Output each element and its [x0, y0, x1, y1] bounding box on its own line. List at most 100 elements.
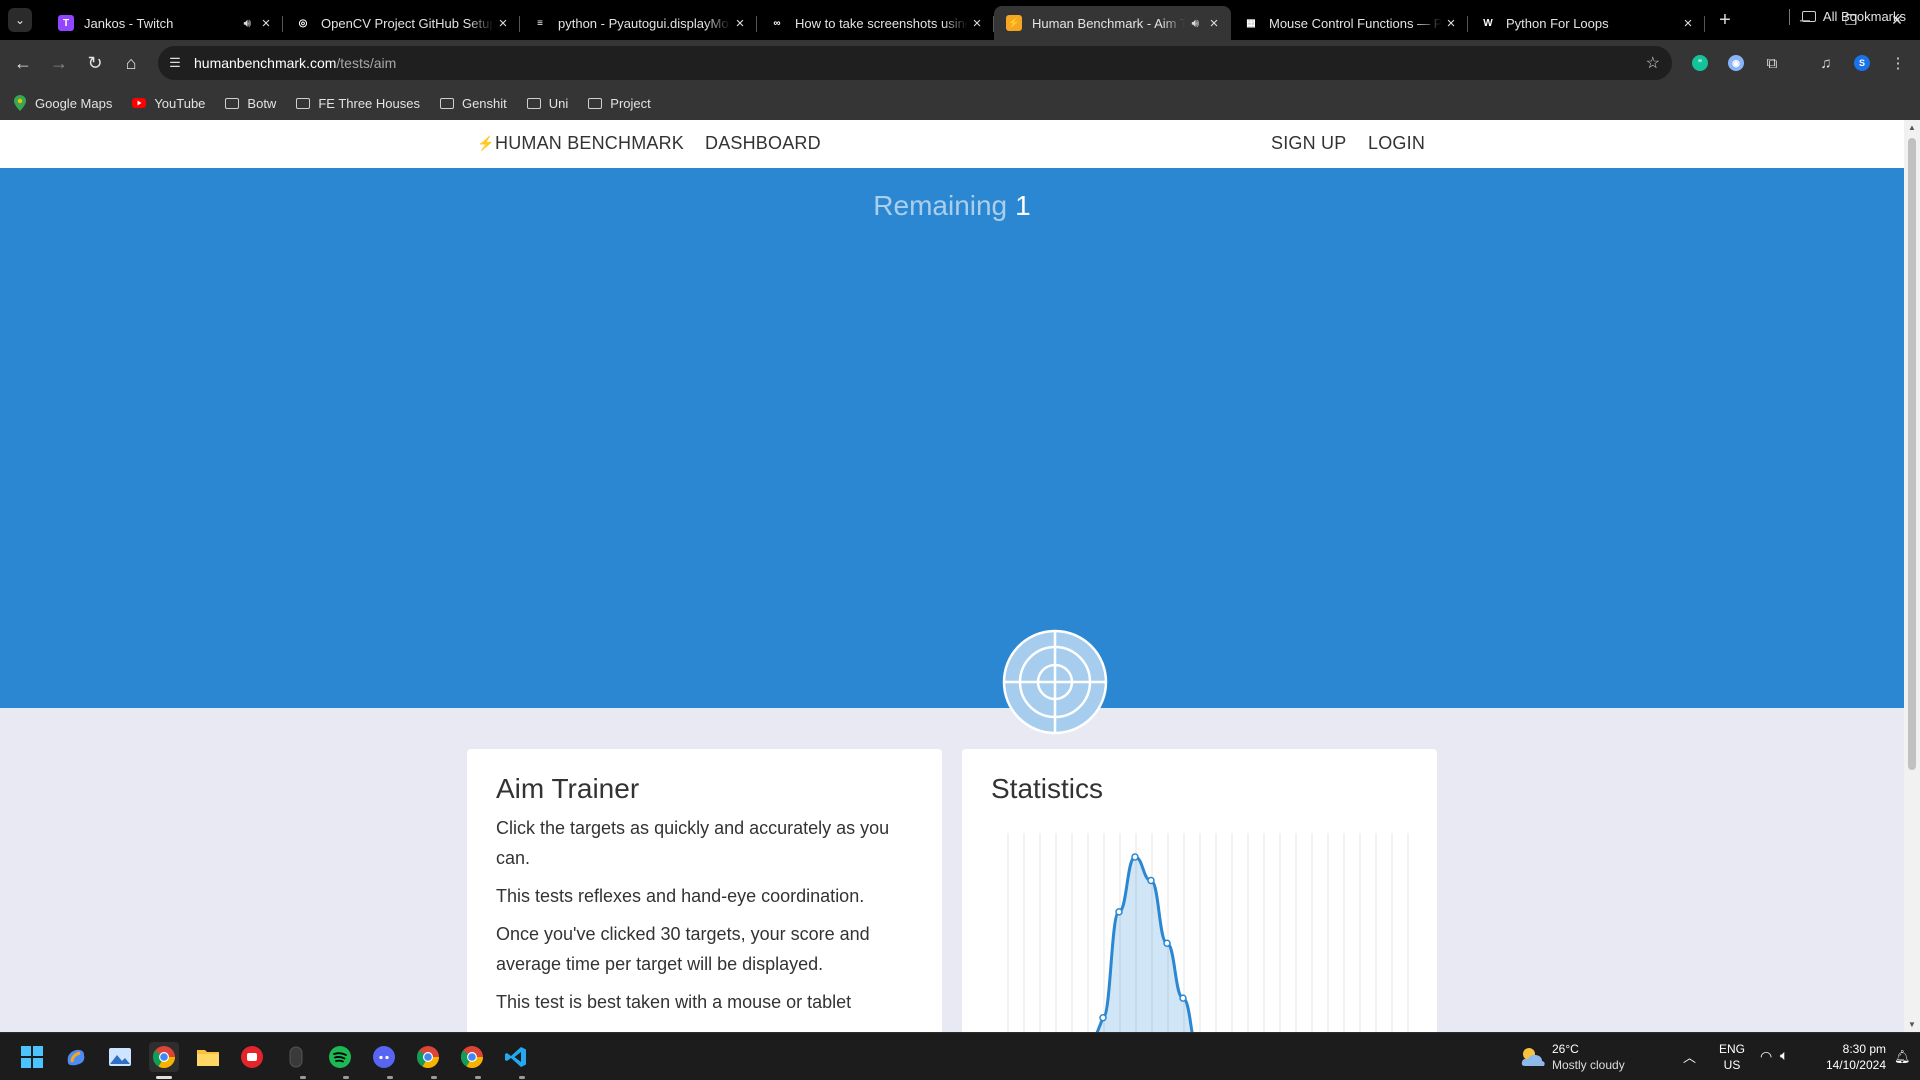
browser-tab-strip: ⌄ T Jankos - Twitch 🔊︎ × ◎ OpenCV Project Git… — [0, 0, 1920, 40]
bookmark-item[interactable]: Google Maps — [12, 95, 112, 111]
bookmark-item[interactable]: FE Three Houses — [295, 95, 420, 111]
reload-button[interactable]: ↻ — [78, 46, 112, 80]
tab-close-button[interactable]: × — [1205, 14, 1223, 32]
tab-audio-icon[interactable]: 🔊︎ — [243, 16, 251, 31]
profile-avatar[interactable]: S — [1848, 49, 1876, 77]
browser-tab[interactable]: ∞ How to take screenshots using × — [757, 6, 994, 40]
chrome-alt-icon[interactable] — [457, 1042, 487, 1072]
tab-close-button[interactable]: × — [257, 14, 275, 32]
browser-tab[interactable]: ▦ Mouse Control Functions — Py × — [1231, 6, 1468, 40]
chrome-taskbar-icon[interactable] — [149, 1042, 179, 1072]
browser-toolbar: ← → ↻ ⌂ ☰ humanbenchmark.com/tests/aim ☆ — [0, 40, 1920, 86]
bookmarks-divider — [1789, 9, 1790, 25]
map-pin-icon — [12, 95, 28, 111]
home-button[interactable]: ⌂ — [114, 46, 148, 80]
bookmark-item[interactable]: Botw — [224, 95, 276, 111]
aim-test-area[interactable]: Remaining 1 — [0, 168, 1904, 708]
lang-code[interactable]: ENG — [1717, 1042, 1747, 1056]
browser-tab[interactable]: W Python For Loops × — [1468, 6, 1705, 40]
notification-bell-icon[interactable]: 🔔︎ — [1894, 1049, 1911, 1065]
vscode-icon[interactable] — [501, 1042, 531, 1072]
mouse-app-icon[interactable] — [281, 1042, 311, 1072]
tab-close-button[interactable]: × — [1442, 14, 1460, 32]
bookmark-item[interactable]: YouTube — [131, 95, 205, 111]
spotify-icon[interactable] — [325, 1042, 355, 1072]
brand-link[interactable]: HUMAN BENCHMARK — [495, 133, 684, 154]
chrome-profile-icon[interactable] — [413, 1042, 443, 1072]
tab-title: Mouse Control Functions — Py — [1269, 15, 1442, 31]
new-tab-button[interactable]: + — [1711, 6, 1739, 34]
running-indicator — [475, 1076, 481, 1079]
forward-button[interactable]: → — [42, 46, 76, 80]
start-button[interactable] — [17, 1042, 47, 1072]
bookmark-item[interactable]: Project — [587, 95, 651, 111]
media-controls-icon[interactable]: ♫ — [1812, 49, 1840, 77]
address-bar[interactable]: ☰ humanbenchmark.com/tests/aim ☆ — [158, 46, 1672, 80]
browser-tab[interactable]: ◎ OpenCV Project GitHub Setup × — [283, 6, 520, 40]
tab-title: OpenCV Project GitHub Setup — [321, 15, 494, 31]
tab-title: How to take screenshots using — [795, 15, 968, 31]
aim-description-3: Once you've clicked 30 targets, your sco… — [496, 924, 870, 974]
bookmark-label: Uni — [548, 95, 569, 111]
extensions-puzzle-icon[interactable]: ⧉ — [1758, 49, 1786, 77]
tab-search-button[interactable]: ⌄ — [8, 8, 32, 32]
site-info-icon[interactable]: ☰ — [158, 55, 192, 71]
tab-close-button[interactable]: × — [1679, 14, 1697, 32]
bookmark-star-icon[interactable]: ☆ — [1646, 53, 1660, 73]
dashboard-link[interactable]: DASHBOARD — [705, 133, 821, 154]
tab-close-button[interactable]: × — [731, 14, 749, 32]
login-link[interactable]: LOGIN — [1368, 133, 1425, 154]
file-explorer-icon[interactable] — [193, 1042, 223, 1072]
browser-menu-icon[interactable]: ⋮ — [1884, 49, 1912, 77]
scrollbar-thumb[interactable] — [1908, 138, 1916, 770]
bookmark-item[interactable]: Genshit — [439, 95, 507, 111]
discord-icon[interactable] — [369, 1042, 399, 1072]
bookmark-label: FE Three Houses — [318, 95, 420, 111]
tab-favicon-icon: ◎ — [295, 15, 311, 31]
copilot-icon[interactable] — [61, 1042, 91, 1072]
scroll-down-arrow[interactable]: ▼ — [1908, 1020, 1916, 1029]
tab-audio-icon[interactable]: 🔊︎ — [1191, 16, 1199, 31]
extension-lens-icon[interactable]: ◉ — [1722, 49, 1750, 77]
page-content: ⚡ HUMAN BENCHMARK DASHBOARD SIGN UP LOGI… — [0, 120, 1904, 1032]
weather-cloud-icon[interactable] — [1518, 1042, 1548, 1072]
volume-icon[interactable]: 🔈︎ — [1780, 1047, 1788, 1064]
chart-area — [1097, 857, 1192, 1032]
windows-taskbar: 26°C Mostly cloudy ︿ ENG US ◠ 🔈︎ 8:30 pm… — [0, 1032, 1920, 1080]
signup-link[interactable]: SIGN UP — [1271, 133, 1346, 154]
url-text[interactable]: humanbenchmark.com/tests/aim — [194, 55, 396, 71]
running-indicator — [343, 1076, 349, 1079]
clock-time[interactable]: 8:30 pm — [1818, 1042, 1886, 1056]
browser-tab[interactable]: ⚡ Human Benchmark - Aim Tr 🔊︎ × — [994, 6, 1231, 40]
weather-temp[interactable]: 26°C — [1552, 1042, 1579, 1056]
tab-separator — [1704, 16, 1705, 32]
clock-date[interactable]: 14/10/2024 — [1808, 1058, 1886, 1072]
all-bookmarks-button[interactable]: All Bookmarks — [1801, 9, 1906, 24]
browser-tab[interactable]: T Jankos - Twitch 🔊︎ × — [46, 6, 283, 40]
folder-icon — [587, 95, 603, 111]
site-nav: ⚡ HUMAN BENCHMARK DASHBOARD SIGN UP LOGI… — [0, 120, 1904, 168]
tab-close-button[interactable]: × — [494, 14, 512, 32]
folder-icon — [1801, 11, 1816, 22]
extension-grammarly-icon[interactable]: ” — [1686, 49, 1714, 77]
tab-title: Python For Loops — [1506, 15, 1609, 31]
weather-desc[interactable]: Mostly cloudy — [1552, 1058, 1625, 1072]
chart-point — [1179, 994, 1187, 1002]
tab-favicon-icon: T — [58, 15, 74, 31]
tray-overflow-icon[interactable]: ︿ — [1683, 1047, 1696, 1066]
running-indicator — [300, 1076, 306, 1079]
page-scrollbar[interactable]: ▲ ▼ — [1904, 120, 1920, 1032]
tab-title: Human Benchmark - Aim Tr — [1032, 15, 1186, 31]
lang-region[interactable]: US — [1717, 1058, 1747, 1072]
aim-target[interactable] — [1002, 629, 1108, 735]
back-button[interactable]: ← — [6, 46, 40, 80]
scroll-up-arrow[interactable]: ▲ — [1908, 123, 1916, 132]
bookmark-item[interactable]: Uni — [526, 95, 569, 111]
youtube-icon — [131, 95, 147, 111]
wifi-icon[interactable]: ◠ — [1760, 1048, 1772, 1065]
photos-icon[interactable] — [105, 1042, 135, 1072]
browser-tab[interactable]: ≡ python - Pyautogui.displayMou × — [520, 6, 757, 40]
tab-close-button[interactable]: × — [968, 14, 986, 32]
statistics-chart — [1007, 833, 1409, 1032]
app-red-icon[interactable] — [237, 1042, 267, 1072]
